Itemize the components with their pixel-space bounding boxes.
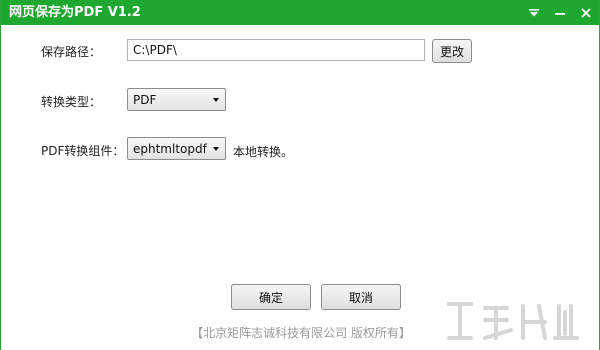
chevron-down-icon (213, 146, 219, 151)
chevron-down-icon (213, 97, 219, 102)
component-value: ephtmltopdf (133, 141, 207, 156)
convert-type-label: 转换类型： (41, 95, 102, 109)
close-icon[interactable] (573, 0, 599, 25)
component-select[interactable]: ephtmltopdf (127, 137, 226, 160)
save-path-input[interactable]: C:\PDF\ (127, 39, 425, 61)
cancel-button[interactable]: 取消 (321, 284, 401, 310)
window-controls (521, 0, 599, 25)
convert-type-select[interactable]: PDF (127, 88, 226, 111)
component-note: 本地转换。 (233, 145, 294, 159)
dropdown-icon[interactable] (521, 0, 547, 25)
convert-type-value: PDF (133, 92, 157, 107)
app-window: 网页保存为PDF V1.2 保存路径： C:\PDF\ 更改 转换类型： PDF… (0, 0, 600, 350)
save-path-label: 保存路径： (41, 45, 102, 59)
component-label: PDF转换组件： (41, 144, 125, 158)
minimize-icon[interactable] (547, 0, 573, 25)
title-bar[interactable]: 网页保存为PDF V1.2 (1, 0, 599, 25)
ok-button[interactable]: 确定 (231, 284, 311, 310)
window-title: 网页保存为PDF V1.2 (9, 5, 141, 20)
change-path-button[interactable]: 更改 (432, 39, 472, 63)
watermark-logo (447, 302, 579, 340)
